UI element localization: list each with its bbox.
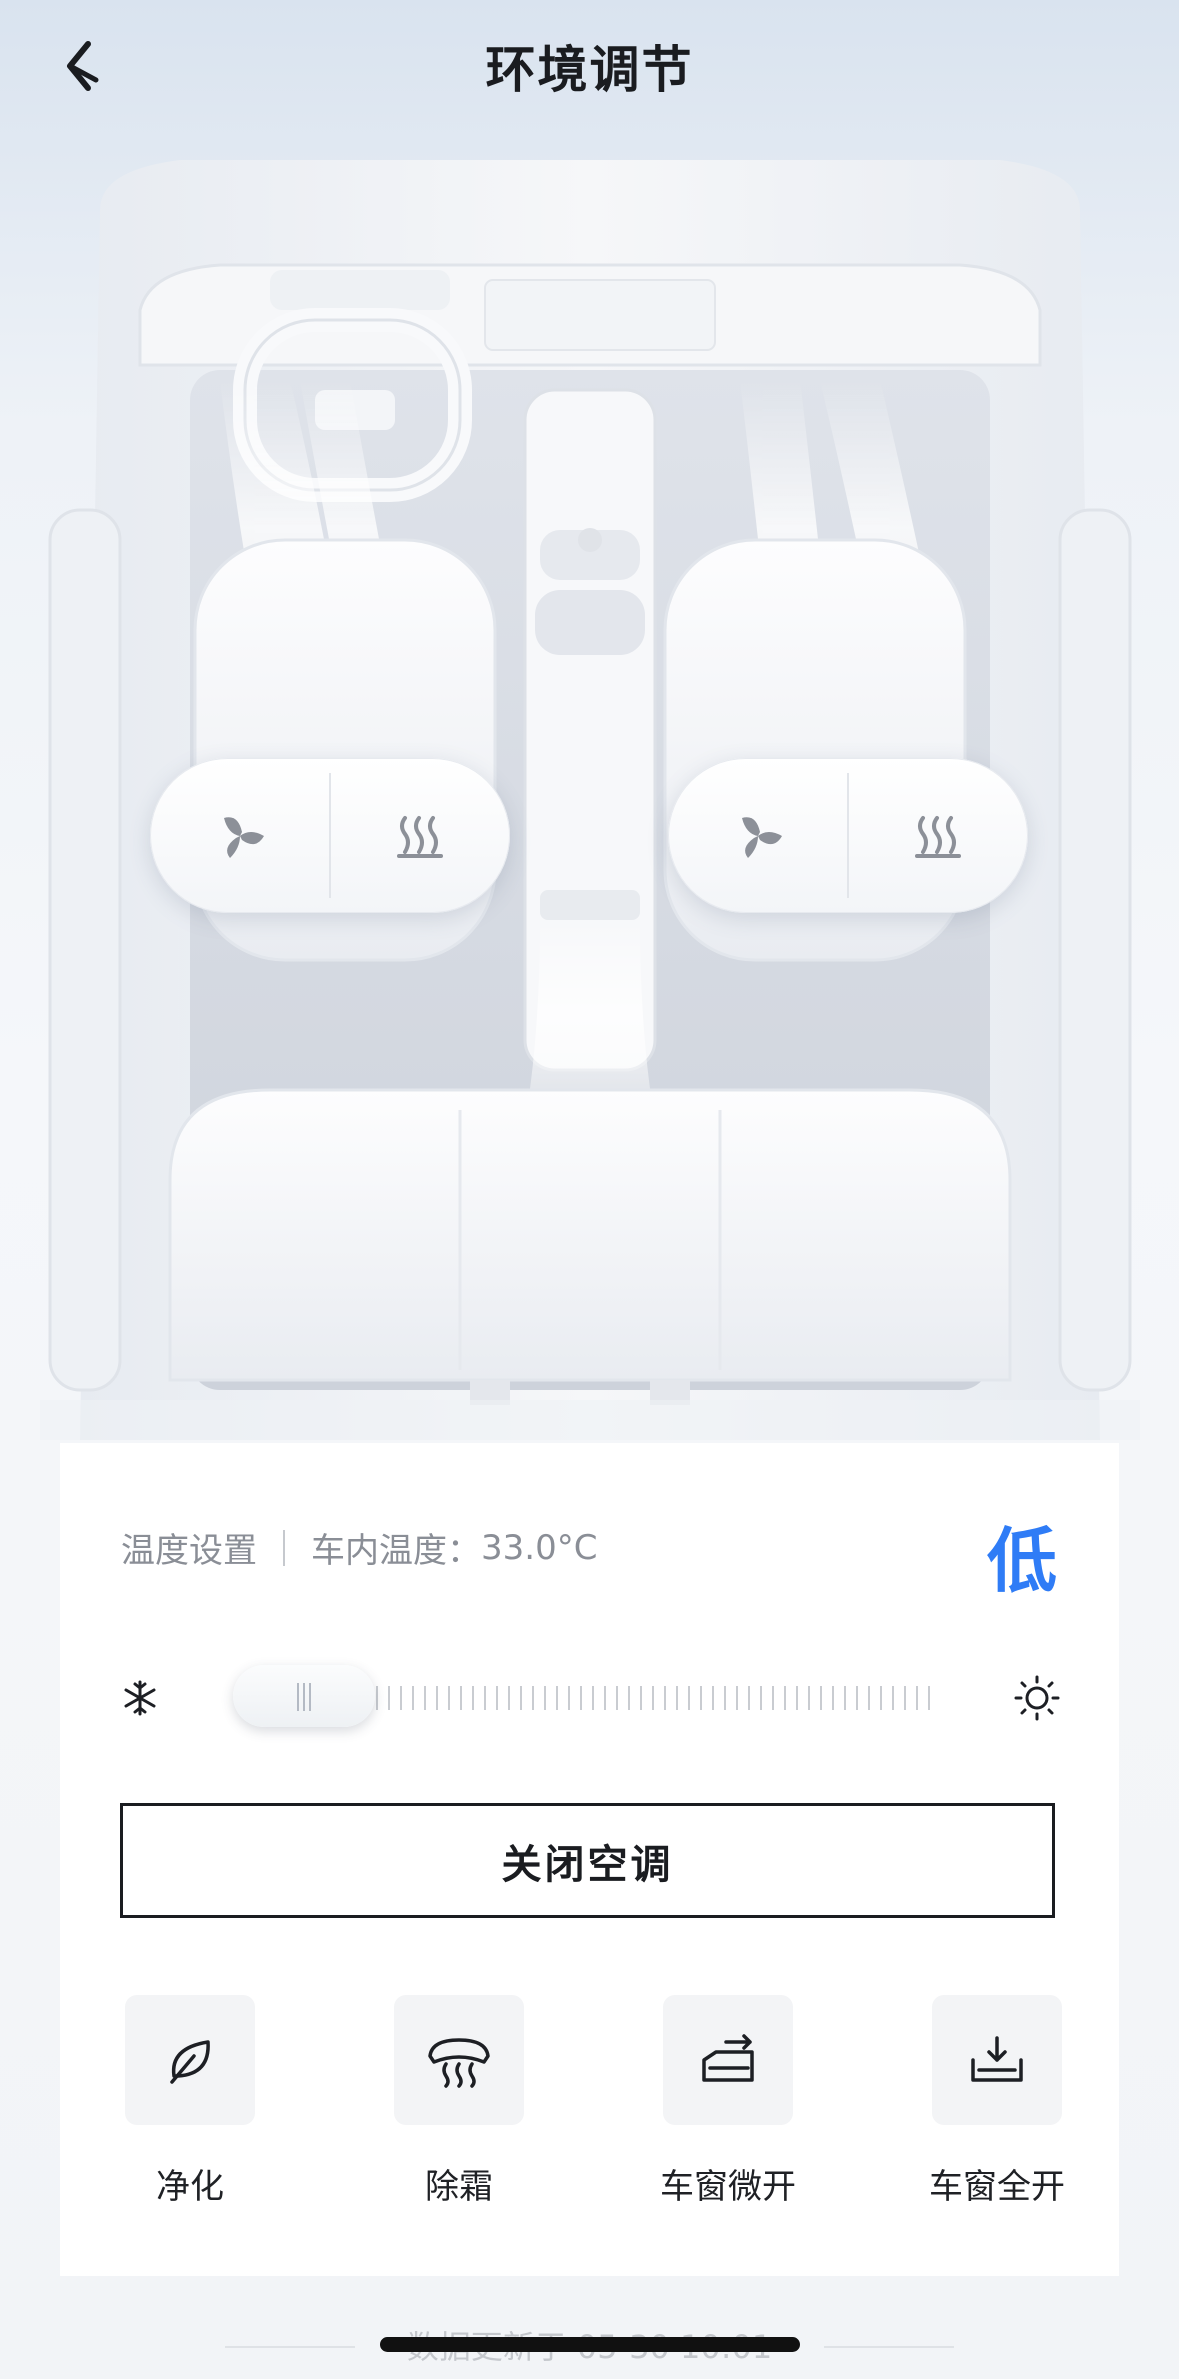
temperature-info-row: 温度设置 车内温度： 33.0°C (121, 1523, 597, 1572)
fan-icon (741, 816, 782, 858)
temperature-slider[interactable] (120, 1658, 1060, 1738)
header: 环境调节 (0, 0, 1179, 130)
seat-heat-icon (914, 815, 961, 858)
defrost-label: 除霜 (425, 2167, 493, 2207)
passenger-seat-controls (668, 758, 1028, 913)
car-interior-illustration (40, 150, 1140, 1440)
window-open-icon-box[interactable] (932, 1995, 1062, 2125)
seat-heat-icon (396, 815, 443, 858)
cabin-temperature-label: 车内温度： (311, 1531, 481, 1571)
home-indicator[interactable] (380, 2337, 800, 2352)
window-open-icon (971, 2036, 1023, 2082)
fan-icon (223, 816, 264, 858)
sun-icon (1014, 1675, 1060, 1721)
driver-seat-ventilation-button[interactable] (150, 758, 329, 913)
defrost-button[interactable]: 除霜 (374, 1995, 544, 2208)
temperature-setting-label: 温度设置 (121, 1531, 257, 1571)
driver-seat-heating-button[interactable] (331, 758, 510, 913)
purify-button[interactable]: 净化 (105, 1995, 275, 2208)
separator (283, 1529, 285, 1566)
window-vent-button[interactable]: 车窗微开 (643, 1995, 813, 2208)
purify-label: 净化 (156, 2167, 224, 2207)
driver-seat-controls (150, 758, 510, 913)
turn-off-ac-button[interactable]: 关闭空调 (120, 1803, 1055, 1918)
snowflake-icon (124, 1680, 156, 1716)
leaf-icon (170, 2040, 210, 2084)
temperature-level: 低 (987, 1520, 1057, 1602)
cabin-temperature-value: 33.0°C (481, 1527, 598, 1568)
window-vent-icon (702, 2034, 754, 2082)
climate-control-panel: 温度设置 车内温度： 33.0°C 低 关闭空调 净化 除霜 车窗微开 车窗全开 (60, 1443, 1119, 2276)
window-vent-icon-box[interactable] (663, 1995, 793, 2125)
window-open-button[interactable]: 车窗全开 (912, 1995, 1082, 2208)
slider-thumb[interactable] (232, 1665, 375, 1727)
defrost-icon (428, 2038, 490, 2088)
window-open-label: 车窗全开 (929, 2167, 1065, 2207)
page-title: 环境调节 (485, 41, 694, 99)
defrost-icon-box[interactable] (394, 1995, 524, 2125)
window-vent-label: 车窗微开 (660, 2167, 796, 2207)
slider-track[interactable] (280, 1686, 940, 1710)
passenger-seat-ventilation-button[interactable] (668, 758, 847, 913)
purify-icon-box[interactable] (125, 1995, 255, 2125)
passenger-seat-heating-button[interactable] (849, 758, 1028, 913)
